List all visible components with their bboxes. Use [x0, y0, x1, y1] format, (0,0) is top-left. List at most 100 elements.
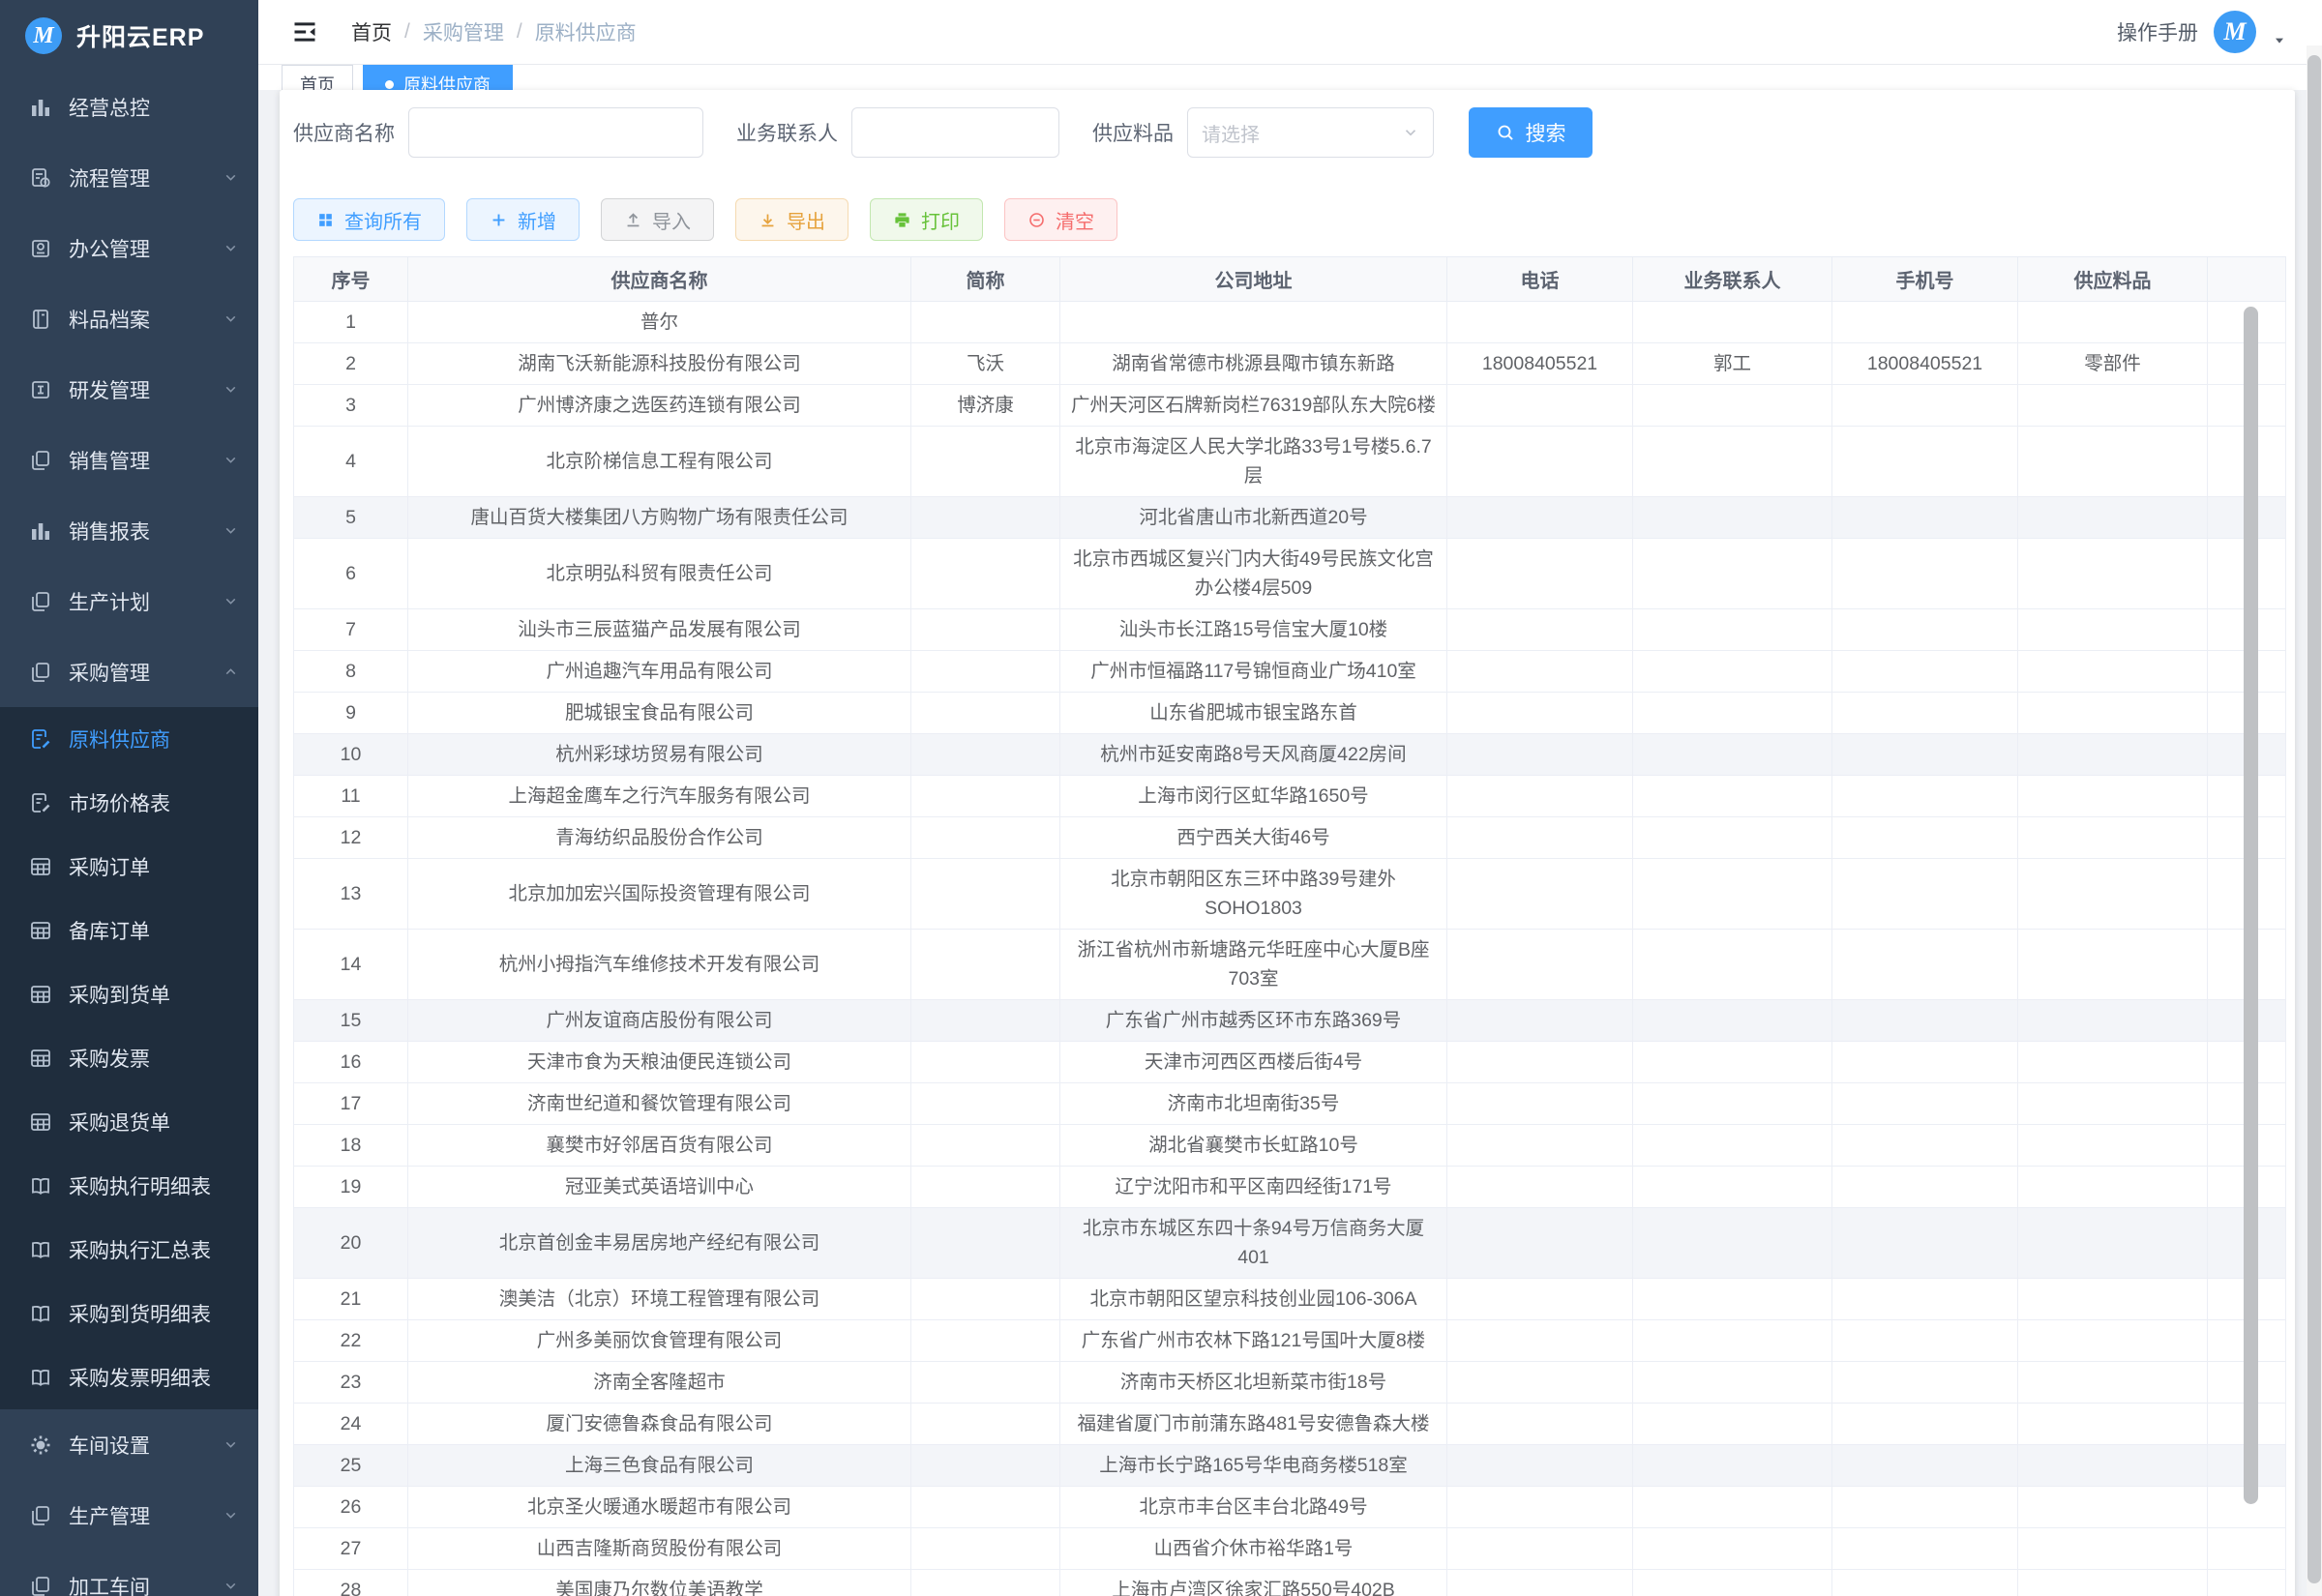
- table-row[interactable]: 17济南世纪道和餐饮管理有限公司济南市北坦南街35号: [294, 1083, 2286, 1125]
- table-row[interactable]: 19冠亚美式英语培训中心辽宁沈阳市和平区南四经街171号: [294, 1167, 2286, 1208]
- sidebar-item-label: 市场价格表: [69, 788, 239, 817]
- table-cell: [911, 1125, 1060, 1167]
- search-input[interactable]: [851, 107, 1059, 158]
- table-row[interactable]: 24厦门安德鲁森食品有限公司福建省厦门市前蒲东路481号安德鲁森大楼: [294, 1404, 2286, 1445]
- toolbar-button[interactable]: 导出: [735, 198, 848, 241]
- sidebar-item[interactable]: 生产管理: [0, 1480, 258, 1551]
- app-logo: M 升阳云ERP: [0, 0, 258, 72]
- table-row[interactable]: 15广州友谊商店股份有限公司广东省广州市越秀区环市东路369号: [294, 1000, 2286, 1042]
- table-cell: [911, 609, 1060, 651]
- table-cell: [1447, 1279, 1633, 1320]
- sidebar-item[interactable]: 采购发票明细表: [0, 1345, 258, 1409]
- table-cell: 天津市河西区西楼后街4号: [1060, 1042, 1447, 1083]
- sidebar-item[interactable]: 采购发票: [0, 1026, 258, 1090]
- table-cell: [911, 1167, 1060, 1208]
- table-cell: 广州追趣汽车用品有限公司: [408, 651, 911, 693]
- sidebar-item[interactable]: 料品档案: [0, 283, 258, 354]
- sidebar-item[interactable]: 生产计划: [0, 566, 258, 636]
- column-header: 供应料品: [2018, 257, 2208, 302]
- table-row[interactable]: 23济南全客隆超市济南市天桥区北坦新菜市街18号: [294, 1362, 2286, 1404]
- table-cell: 上海市长宁路165号华电商务楼518室: [1060, 1445, 1447, 1487]
- table-cell: [911, 1083, 1060, 1125]
- toolbar-button[interactable]: 导入: [601, 198, 714, 241]
- table-row[interactable]: 20北京首创金丰易居房地产经纪有限公司北京市东城区东四十条94号万信商务大厦40…: [294, 1208, 2286, 1279]
- table-cell: 普尔: [408, 302, 911, 343]
- sidebar-item[interactable]: 销售管理: [0, 425, 258, 495]
- table-cell: 济南世纪道和餐饮管理有限公司: [408, 1083, 911, 1125]
- sidebar-item[interactable]: 采购订单: [0, 835, 258, 899]
- table-vertical-scrollbar[interactable]: [2244, 307, 2258, 1504]
- supply-item-select[interactable]: 请选择: [1187, 107, 1434, 158]
- sidebar-item[interactable]: 加工车间: [0, 1551, 258, 1596]
- table-row[interactable]: 11上海超金鹰车之行汽车服务有限公司上海市闵行区虹华路1650号: [294, 776, 2286, 817]
- table-row[interactable]: 18襄樊市好邻居百货有限公司湖北省襄樊市长虹路10号: [294, 1125, 2286, 1167]
- tab[interactable]: 原料供应商: [363, 65, 513, 90]
- sidebar-item[interactable]: 流程管理: [0, 142, 258, 213]
- table-cell: [2018, 497, 2208, 539]
- toolbar-button[interactable]: 清空: [1004, 198, 1117, 241]
- table-cell: [911, 817, 1060, 859]
- column-header: 公司地址: [1060, 257, 1447, 302]
- sidebar-item[interactable]: 车间设置: [0, 1409, 258, 1480]
- manual-link[interactable]: 操作手册: [2117, 17, 2198, 46]
- sidebar-item[interactable]: 经营总控: [0, 72, 258, 142]
- sidebar-item[interactable]: 备库订单: [0, 899, 258, 962]
- table-row[interactable]: 4北京阶梯信息工程有限公司北京市海淀区人民大学北路33号1号楼5.6.7层: [294, 427, 2286, 497]
- table-row[interactable]: 6北京明弘科贸有限责任公司北京市西城区复兴门内大街49号民族文化宫办公楼4层50…: [294, 539, 2286, 609]
- toolbar-button[interactable]: 查询所有: [293, 198, 445, 241]
- table-cell: 22: [294, 1320, 408, 1362]
- tab[interactable]: 首页: [282, 65, 353, 90]
- table-cell: [1832, 1167, 2018, 1208]
- table-cell: 济南市北坦南街35号: [1060, 1083, 1447, 1125]
- sidebar-item-label: 车间设置: [69, 1431, 223, 1460]
- sidebar-item[interactable]: 采购到货明细表: [0, 1282, 258, 1345]
- sidebar-item-label: 办公管理: [69, 234, 223, 263]
- collapse-menu-icon[interactable]: [289, 18, 320, 45]
- table-cell: [1832, 1208, 2018, 1279]
- sidebar-item-label: 采购管理: [69, 658, 223, 687]
- table-cell: [911, 302, 1060, 343]
- toolbar-button[interactable]: 新增: [466, 198, 580, 241]
- sidebar-item[interactable]: 销售报表: [0, 495, 258, 566]
- table-row[interactable]: 28美国康乃尔数位美语教学上海市卢湾区徐家汇路550号402B: [294, 1570, 2286, 1596]
- table-row[interactable]: 14杭州小拇指汽车维修技术开发有限公司浙江省杭州市新塘路元华旺座中心大厦B座70…: [294, 930, 2286, 1000]
- sidebar-item[interactable]: 采购到货单: [0, 962, 258, 1026]
- toolbar-button[interactable]: 打印: [870, 198, 983, 241]
- table-row[interactable]: 22广州多美丽饮食管理有限公司广东省广州市农林下路121号国叶大厦8楼: [294, 1320, 2286, 1362]
- table-row[interactable]: 26北京圣火暖通水暖超市有限公司北京市丰台区丰台北路49号: [294, 1487, 2286, 1528]
- table-row[interactable]: 10杭州彩球坊贸易有限公司杭州市延安南路8号天风商厦422房间: [294, 734, 2286, 776]
- table-cell: 18008405521: [1832, 343, 2018, 385]
- table-row[interactable]: 9肥城银宝食品有限公司山东省肥城市银宝路东首: [294, 693, 2286, 734]
- table-cell: 21: [294, 1279, 408, 1320]
- sidebar-item[interactable]: 市场价格表: [0, 771, 258, 835]
- user-menu-caret-icon[interactable]: [2272, 33, 2287, 48]
- table-row[interactable]: 3广州博济康之选医药连锁有限公司博济康广州天河区石牌新岗栏76319部队东大院6…: [294, 385, 2286, 427]
- sidebar-item[interactable]: 研发管理: [0, 354, 258, 425]
- table-cell: [2018, 1208, 2208, 1279]
- sidebar-item[interactable]: 采购执行汇总表: [0, 1218, 258, 1282]
- sidebar-item[interactable]: 办公管理: [0, 213, 258, 283]
- chevron-down-icon: [223, 1578, 239, 1594]
- table-row[interactable]: 1普尔: [294, 302, 2286, 343]
- table-row[interactable]: 13北京加加宏兴国际投资管理有限公司北京市朝阳区东三环中路39号建外SOHO18…: [294, 859, 2286, 930]
- search-input[interactable]: [408, 107, 703, 158]
- table-row[interactable]: 2湖南飞沃新能源科技股份有限公司飞沃湖南省常德市桃源县陬市镇东新路1800840…: [294, 343, 2286, 385]
- table-row[interactable]: 7汕头市三辰蓝猫产品发展有限公司汕头市长江路15号信宝大厦10楼: [294, 609, 2286, 651]
- sidebar-item[interactable]: 采购执行明细表: [0, 1154, 258, 1218]
- search-button[interactable]: 搜索: [1469, 107, 1593, 158]
- sidebar-item[interactable]: 原料供应商: [0, 707, 258, 771]
- table-row[interactable]: 21澳美洁（北京）环境工程管理有限公司北京市朝阳区望京科技创业园106-306A: [294, 1279, 2286, 1320]
- table-row[interactable]: 16天津市食为天粮油便民连锁公司天津市河西区西楼后街4号: [294, 1042, 2286, 1083]
- breadcrumb-home[interactable]: 首页: [351, 17, 392, 46]
- table-row[interactable]: 5唐山百货大楼集团八方购物广场有限责任公司河北省唐山市北新西道20号: [294, 497, 2286, 539]
- table-row[interactable]: 8广州追趣汽车用品有限公司广州市恒福路117号锦恒商业广场410室: [294, 651, 2286, 693]
- sidebar-item[interactable]: 采购退货单: [0, 1090, 258, 1154]
- avatar[interactable]: M: [2214, 11, 2256, 53]
- table-row[interactable]: 25上海三色食品有限公司上海市长宁路165号华电商务楼518室: [294, 1445, 2286, 1487]
- table-row[interactable]: 27山西吉隆斯商贸股份有限公司山西省介休市裕华路1号: [294, 1528, 2286, 1570]
- table-row[interactable]: 12青海纺织品股份合作公司西宁西关大街46号: [294, 817, 2286, 859]
- window-scrollbar[interactable]: [2307, 55, 2321, 1583]
- sidebar-item[interactable]: 采购管理: [0, 636, 258, 707]
- table-cell: [911, 1404, 1060, 1445]
- table-cell: [1832, 1362, 2018, 1404]
